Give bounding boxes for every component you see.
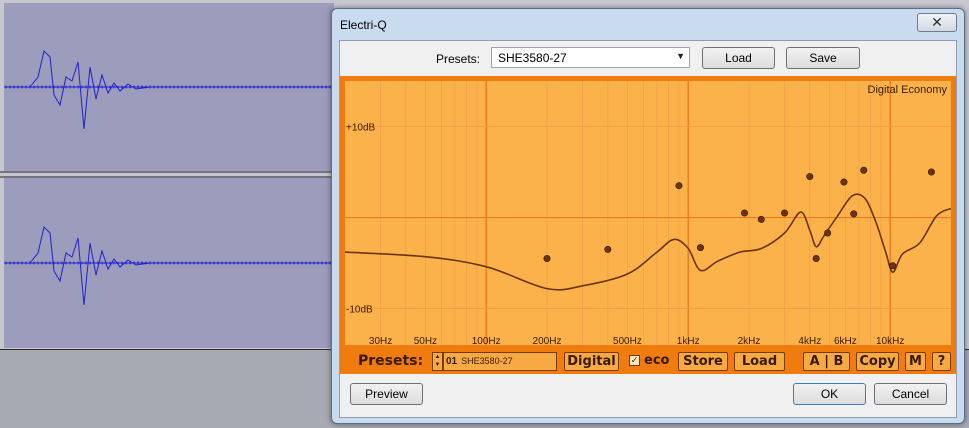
preset-number: 01	[446, 356, 458, 367]
db-label: -10dB	[346, 305, 373, 316]
frequency-label: 4kHz	[798, 336, 821, 345]
preset-dropdown[interactable]: SHE3580-27 ▼	[491, 47, 690, 68]
frequency-label: 1kHz	[677, 336, 700, 345]
preview-button[interactable]: Preview	[350, 383, 423, 405]
frequency-label: 100Hz	[472, 336, 501, 345]
eq-point-handle[interactable]	[840, 178, 848, 186]
help-button[interactable]: ?	[932, 352, 951, 371]
eq-point-handle[interactable]	[675, 182, 683, 190]
eco-label: eco	[644, 353, 670, 368]
frequency-label: 30Hz	[369, 336, 392, 345]
ok-button[interactable]: OK	[793, 383, 866, 405]
eq-point-handle[interactable]	[806, 173, 814, 181]
frequency-label: 50Hz	[414, 336, 437, 345]
eq-point-handle[interactable]	[604, 245, 612, 253]
spin-down-icon[interactable]: ▼	[433, 361, 442, 369]
close-button[interactable]: ✕	[917, 13, 957, 32]
dialog-client-area: Presets: SHE3580-27 ▼ Load Save Digital …	[339, 40, 957, 418]
load-button[interactable]: Load	[702, 47, 775, 69]
save-button[interactable]: Save	[786, 47, 860, 69]
frequency-label: 2kHz	[738, 336, 761, 345]
eq-point-handle[interactable]	[696, 244, 704, 252]
frequency-label: 6kHz	[834, 336, 857, 345]
eq-graph-background	[345, 81, 951, 345]
preset-spinner[interactable]: ▲ ▼	[432, 352, 443, 371]
eq-mode-label: Digital Economy	[868, 84, 948, 96]
electriq-dialog: Electri-Q ✕ Presets: SHE3580-27 ▼ Load S…	[331, 8, 965, 424]
dropdown-arrow-icon: ▼	[676, 51, 685, 61]
frequency-label: 200Hz	[533, 336, 562, 345]
eq-point-handle[interactable]	[824, 229, 832, 237]
eq-point-handle[interactable]	[927, 168, 935, 176]
spin-up-icon[interactable]: ▲	[433, 353, 442, 361]
plugin-load-button[interactable]: Load	[734, 352, 785, 371]
equalizer-plugin-panel: Digital Economy +10dB -10dB 30Hz 50Hz 100Hz…	[340, 76, 956, 374]
eq-point-handle[interactable]	[757, 215, 765, 223]
ab-compare-button[interactable]: A | B	[803, 352, 850, 371]
eq-point-handle[interactable]	[812, 255, 820, 263]
eq-point-handle[interactable]	[741, 209, 749, 217]
copy-button[interactable]: Copy	[856, 352, 899, 371]
close-icon: ✕	[931, 14, 943, 30]
eq-point-handle[interactable]	[781, 209, 789, 217]
plugin-presets-label: Presets:	[358, 353, 424, 369]
digital-button[interactable]: Digital	[564, 352, 619, 371]
eq-graph[interactable]: Digital Economy +10dB -10dB 30Hz 50Hz 100Hz…	[345, 81, 951, 345]
window-title: Electri-Q	[340, 18, 387, 32]
db-label: +10dB	[346, 123, 376, 134]
eq-point-handle[interactable]	[860, 166, 868, 174]
eco-checkbox[interactable]: ✓	[629, 355, 640, 366]
presets-label: Presets:	[436, 52, 481, 66]
plugin-preset-field[interactable]: 01 SHE3580-27	[443, 352, 557, 371]
store-button[interactable]: Store	[678, 352, 728, 371]
m-button[interactable]: M	[905, 352, 926, 371]
preset-name: SHE3580-27	[461, 356, 513, 366]
eq-point-handle[interactable]	[543, 255, 551, 263]
eq-point-handle[interactable]	[850, 210, 858, 218]
frequency-label: 500Hz	[613, 336, 642, 345]
preset-dropdown-value: SHE3580-27	[498, 51, 567, 65]
cancel-button[interactable]: Cancel	[874, 383, 947, 405]
frequency-label: 10kHz	[876, 336, 904, 345]
eq-point-handle[interactable]	[889, 262, 897, 270]
